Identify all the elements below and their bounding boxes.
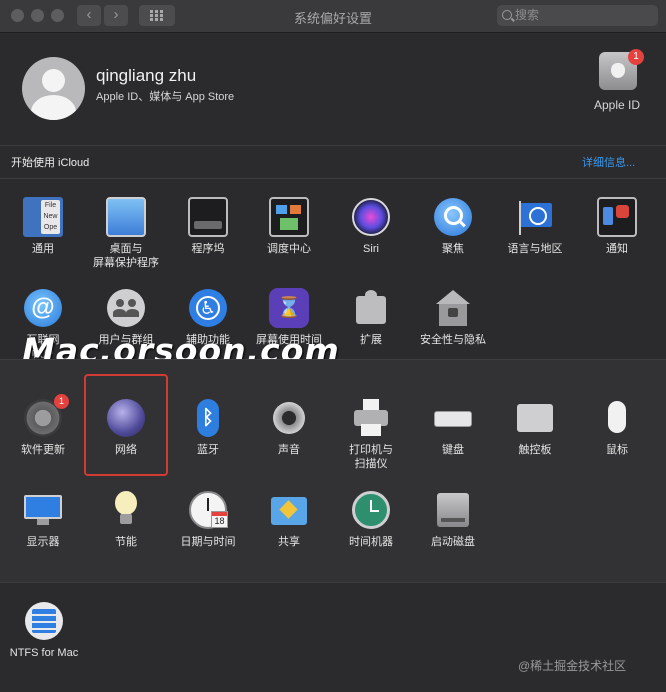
pref-label: 鼠标: [606, 444, 628, 456]
pref-mission-control[interactable]: 调度中心: [248, 197, 330, 256]
pref-trackpad[interactable]: 触控板: [494, 398, 576, 457]
source-credit: @稀土掘金技术社区: [518, 659, 627, 673]
pref-label: 键盘: [442, 444, 464, 456]
pref-label: 程序坞: [191, 243, 225, 255]
pref-label: 日期与时间: [180, 536, 236, 548]
mouse-icon: [597, 398, 637, 438]
update-badge: 1: [54, 394, 69, 409]
pref-notifications[interactable]: 通知: [576, 197, 658, 256]
pref-dock[interactable]: 程序坞: [167, 197, 249, 256]
pref-label: NTFS for Mac: [9, 647, 79, 659]
lightbulb-icon: [106, 490, 146, 530]
folder-sign-icon: [269, 490, 309, 530]
pref-label: 时间机器: [349, 536, 393, 548]
flag-globe-icon: [515, 197, 555, 237]
time-machine-icon: [351, 490, 391, 530]
pref-label: 显示器: [26, 536, 60, 548]
pref-energy-saver[interactable]: 节能: [85, 490, 167, 549]
pref-sharing[interactable]: 共享: [248, 490, 330, 549]
apple-id-label[interactable]: Apple ID: [594, 98, 640, 112]
hourglass-icon: ⌛: [269, 288, 309, 328]
user-name: qingliang zhu: [96, 66, 197, 85]
pref-label: 触控板: [518, 444, 552, 456]
pref-label: 语言与地区: [507, 243, 563, 255]
user-subtitle: Apple ID、媒体与 App Store: [96, 91, 235, 103]
pref-general[interactable]: File New Ope 通用: [2, 197, 84, 256]
notifications-icon: [597, 197, 637, 237]
general-icon: File New Ope: [23, 197, 63, 237]
speaker-icon: [269, 398, 309, 438]
user-avatar[interactable]: [22, 57, 85, 120]
search-icon: [502, 10, 512, 20]
pref-label: 调度中心: [267, 243, 311, 255]
search-placeholder: 搜索: [515, 8, 540, 22]
divider: [0, 178, 666, 179]
gear-icon: 1: [23, 394, 69, 438]
pref-label: 蓝牙: [197, 444, 219, 456]
bluetooth-icon: ᛒ: [188, 398, 228, 438]
at-sign-icon: @: [23, 288, 63, 328]
pref-printers-scanners[interactable]: 打印机与 扫描仪: [330, 398, 412, 471]
hard-disk-icon: [433, 490, 473, 530]
pref-extensions[interactable]: 扩展: [330, 288, 412, 347]
pref-spotlight[interactable]: 聚焦: [412, 197, 494, 256]
house-lock-icon: [433, 288, 473, 328]
pref-desktop-screensaver[interactable]: 桌面与 屏幕保护程序: [85, 197, 167, 270]
pref-date-time[interactable]: 18 日期与时间: [167, 490, 249, 549]
pref-label: 打印机与 扫描仪: [349, 444, 393, 470]
accessibility-icon: ♿: [188, 288, 228, 328]
pref-software-update[interactable]: 1 软件更新: [2, 394, 84, 457]
ntfs-icon: [24, 601, 64, 641]
pref-label: 通用: [32, 243, 54, 255]
divider: [0, 582, 666, 583]
pref-sound[interactable]: 声音: [248, 398, 330, 457]
clock-calendar-icon: 18: [188, 490, 228, 530]
third-party-section: [0, 583, 666, 692]
pref-label: Siri: [363, 243, 379, 255]
printer-icon: [351, 398, 391, 438]
pref-label: 声音: [278, 444, 300, 456]
pref-label: 聚焦: [442, 243, 464, 255]
desktop-screensaver-icon: [106, 197, 146, 237]
display-icon: [23, 490, 63, 530]
pref-security-privacy[interactable]: 安全性与隐私: [412, 288, 494, 347]
pref-label: 启动磁盘: [431, 536, 475, 548]
pref-label: 软件更新: [21, 444, 65, 456]
pref-label: 安全性与隐私: [420, 334, 486, 346]
users-icon: [106, 288, 146, 328]
pref-displays[interactable]: 显示器: [2, 490, 84, 549]
pref-bluetooth[interactable]: ᛒ 蓝牙: [167, 398, 249, 457]
siri-icon: [351, 197, 391, 237]
spotlight-icon: [433, 197, 473, 237]
apple-id-badge: 1: [628, 49, 644, 65]
calendar-day: 18: [214, 516, 225, 526]
pref-label: 通知: [606, 243, 628, 255]
highlight-box: [84, 374, 168, 476]
pref-label: 共享: [278, 536, 300, 548]
pref-startup-disk[interactable]: 启动磁盘: [412, 490, 494, 549]
icloud-details-link[interactable]: 详细信息...: [582, 154, 635, 170]
divider: [0, 145, 666, 146]
pref-siri[interactable]: Siri: [330, 197, 412, 256]
window-titlebar: ‹ › 系统偏好设置 搜索: [0, 0, 666, 33]
pref-mouse[interactable]: 鼠标: [576, 398, 658, 457]
trackpad-icon: [515, 398, 555, 438]
pref-language-region[interactable]: 语言与地区: [494, 197, 576, 256]
pref-keyboard[interactable]: 键盘: [412, 398, 494, 457]
puzzle-piece-icon: [351, 288, 391, 328]
pref-label: 扩展: [360, 334, 382, 346]
search-field[interactable]: 搜索: [497, 5, 658, 26]
keyboard-icon: [433, 398, 473, 438]
divider: [0, 359, 666, 360]
mission-control-icon: [269, 197, 309, 237]
pref-ntfs-for-mac[interactable]: NTFS for Mac: [1, 601, 87, 660]
dock-icon: [188, 197, 228, 237]
pref-label: 节能: [115, 536, 137, 548]
pref-label: 桌面与 屏幕保护程序: [93, 243, 159, 269]
icloud-setup-label: 开始使用 iCloud: [11, 157, 90, 169]
pref-time-machine[interactable]: 时间机器: [330, 490, 412, 549]
